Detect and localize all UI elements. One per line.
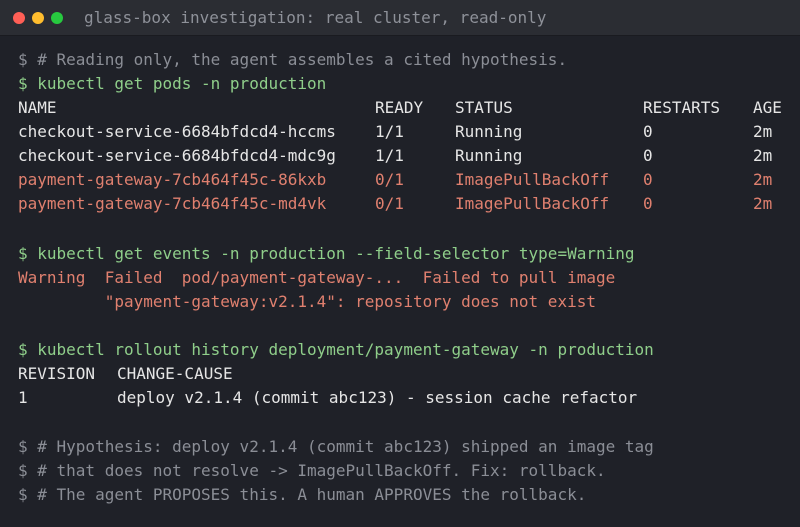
- pod-age: 2m: [753, 194, 773, 213]
- pod-age: 2m: [753, 146, 773, 165]
- pod-status: ImagePullBackOff: [455, 194, 610, 213]
- rollout-table-header: REVISION CHANGE-CAUSE: [18, 362, 798, 386]
- table-row-error: payment-gateway-7cb464f45c-md4vk 0/1 Ima…: [18, 192, 798, 216]
- window-title: glass-box investigation: real cluster, r…: [84, 8, 547, 27]
- pod-age: 2m: [753, 122, 773, 141]
- column-header-name: NAME: [18, 98, 57, 117]
- change-cause: deploy v2.1.4 (commit abc123) - session …: [117, 388, 638, 407]
- pod-status: Running: [455, 146, 523, 165]
- pod-ready: 1/1: [375, 122, 404, 141]
- event-warning-detail: "payment-gateway:v2.1.4": repository doe…: [18, 292, 596, 311]
- pod-status: ImagePullBackOff: [455, 170, 610, 189]
- maximize-window-button[interactable]: [51, 12, 63, 24]
- command-get-events: $ kubectl get events -n production --fie…: [18, 244, 635, 263]
- event-warning-line: Warning Failed pod/payment-gateway-... F…: [18, 268, 616, 287]
- pods-table-header: NAME READY STATUS RESTARTS AGE: [18, 96, 798, 120]
- pod-ready: 0/1: [375, 194, 404, 213]
- pod-restarts: 0: [643, 194, 653, 213]
- hypothesis-comment-line: $ # Hypothesis: deploy v2.1.4 (commit ab…: [18, 437, 654, 456]
- pod-name: checkout-service-6684bfdcd4-hccms: [18, 122, 336, 141]
- terminal-comment-line: $ # Reading only, the agent assembles a …: [18, 50, 568, 69]
- pod-restarts: 0: [643, 122, 653, 141]
- revision-number: 1: [18, 388, 28, 407]
- terminal-window: glass-box investigation: real cluster, r…: [0, 0, 800, 527]
- column-header-change-cause: CHANGE-CAUSE: [117, 364, 233, 383]
- column-header-ready: READY: [375, 98, 424, 117]
- pod-status: Running: [455, 122, 523, 141]
- close-window-button[interactable]: [13, 12, 25, 24]
- column-header-revision: REVISION: [18, 364, 96, 383]
- table-row: checkout-service-6684bfdcd4-hccms 1/1 Ru…: [18, 120, 798, 144]
- hypothesis-comment-line: $ # The agent PROPOSES this. A human APP…: [18, 485, 587, 504]
- command-rollout-history: $ kubectl rollout history deployment/pay…: [18, 340, 654, 359]
- table-row: checkout-service-6684bfdcd4-mdc9g 1/1 Ru…: [18, 144, 798, 168]
- column-header-age: AGE: [753, 98, 782, 117]
- pod-restarts: 0: [643, 146, 653, 165]
- column-header-status: STATUS: [455, 98, 513, 117]
- command-get-pods: $ kubectl get pods -n production: [18, 74, 327, 93]
- minimize-window-button[interactable]: [32, 12, 44, 24]
- pod-age: 2m: [753, 170, 773, 189]
- column-header-restarts: RESTARTS: [643, 98, 721, 117]
- pod-ready: 0/1: [375, 170, 404, 189]
- pod-name: payment-gateway-7cb464f45c-md4vk: [18, 194, 327, 213]
- table-row-error: payment-gateway-7cb464f45c-86kxb 0/1 Ima…: [18, 168, 798, 192]
- table-row: 1 deploy v2.1.4 (commit abc123) - sessio…: [18, 386, 798, 410]
- hypothesis-comment-line: $ # that does not resolve -> ImagePullBa…: [18, 461, 606, 480]
- pod-name: checkout-service-6684bfdcd4-mdc9g: [18, 146, 336, 165]
- window-titlebar: glass-box investigation: real cluster, r…: [0, 0, 800, 36]
- pod-restarts: 0: [643, 170, 653, 189]
- pod-name: payment-gateway-7cb464f45c-86kxb: [18, 170, 327, 189]
- pod-ready: 1/1: [375, 146, 404, 165]
